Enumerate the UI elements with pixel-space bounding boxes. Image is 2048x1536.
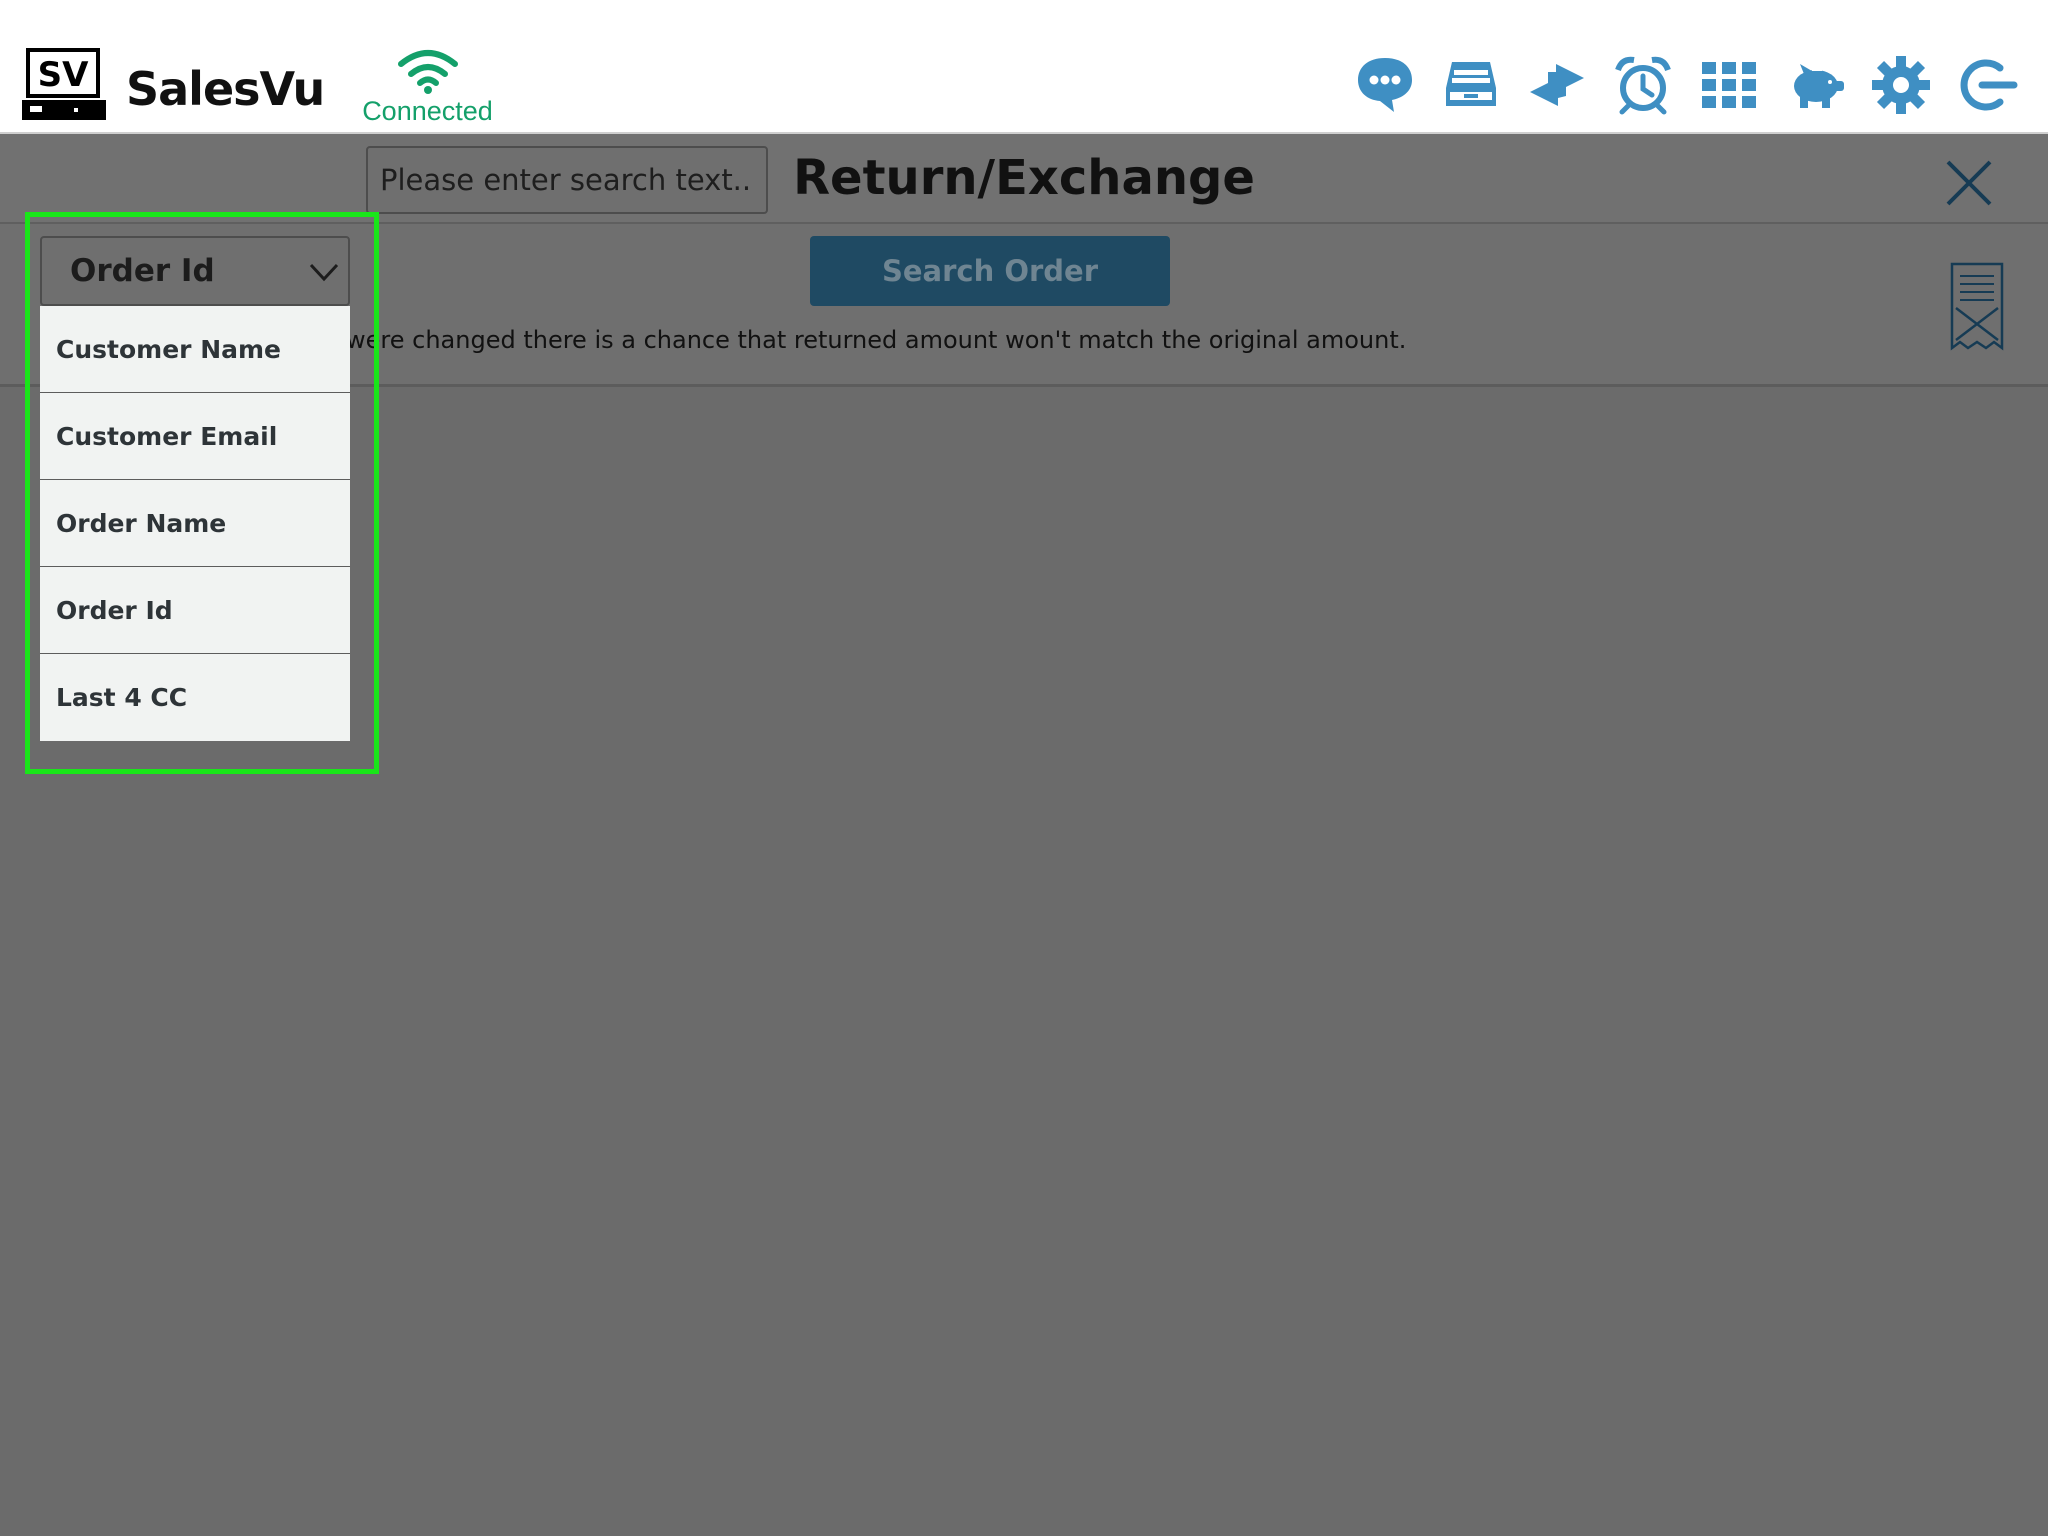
search-input[interactable]: [366, 146, 768, 214]
salesvu-logo-icon: SV: [22, 48, 106, 120]
search-field-options: Customer Name Customer Email Order Name …: [40, 306, 350, 741]
page-title: Return/Exchange: [793, 150, 1255, 206]
option-order-id[interactable]: Order Id: [40, 567, 350, 654]
connection-status: Connected: [360, 48, 495, 127]
alarm-clock-icon[interactable]: [1610, 52, 1676, 118]
option-customer-name[interactable]: Customer Name: [40, 306, 350, 393]
brand-name: SalesVu: [126, 62, 325, 116]
settings-gear-icon[interactable]: [1868, 52, 1934, 118]
close-icon: [1946, 160, 1992, 206]
option-customer-email[interactable]: Customer Email: [40, 393, 350, 480]
selected-field-label: Order Id: [70, 253, 215, 289]
search-order-button[interactable]: Search Order: [810, 236, 1170, 306]
return-amount-warning: were changed there is a chance that retu…: [346, 326, 1407, 354]
app-header: SV SalesVu Connected: [0, 0, 2048, 134]
svg-text:SV: SV: [38, 55, 89, 95]
piggy-bank-icon[interactable]: [1782, 52, 1848, 118]
search-field-select[interactable]: Order Id: [40, 236, 350, 306]
wifi-icon: [397, 50, 458, 94]
grid-icon[interactable]: [1696, 52, 1762, 118]
close-button[interactable]: [1944, 158, 1994, 208]
connection-label: Connected: [362, 96, 493, 126]
cancel-receipt-icon[interactable]: [1950, 262, 2004, 354]
chat-icon[interactable]: [1352, 52, 1418, 118]
title-bar: Return/Exchange: [0, 134, 2048, 224]
chevron-down-icon: [309, 263, 339, 282]
option-last-4-cc[interactable]: Last 4 CC: [40, 654, 350, 741]
cash-drawer-icon[interactable]: [1438, 52, 1504, 118]
transfer-icon[interactable]: [1524, 52, 1590, 118]
logout-icon[interactable]: [1954, 52, 2020, 118]
option-order-name[interactable]: Order Name: [40, 480, 350, 567]
